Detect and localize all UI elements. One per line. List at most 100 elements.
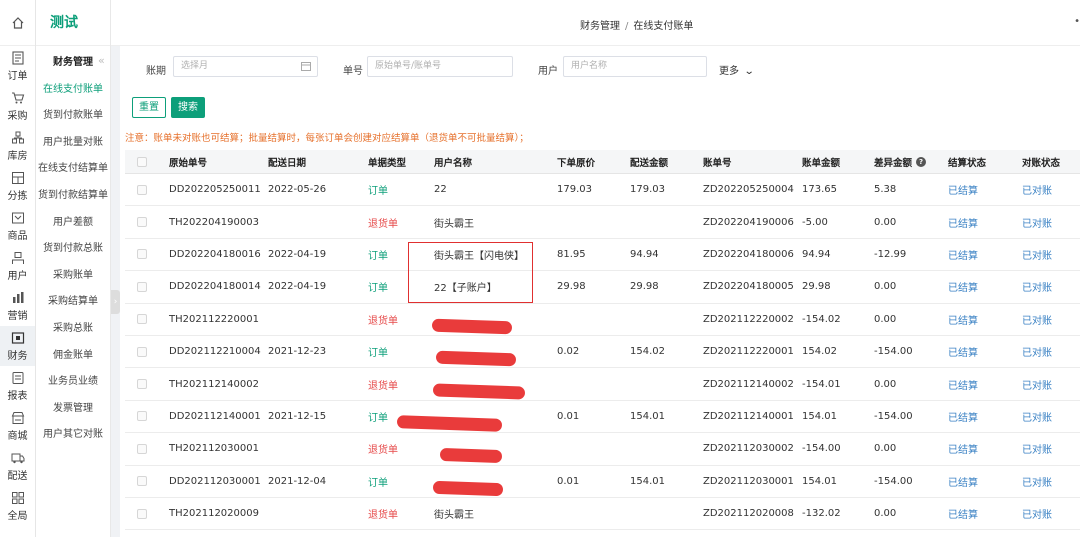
cell-check[interactable]: 已对账	[1022, 239, 1052, 270]
cell-orig[interactable]: DD202112030001	[169, 466, 261, 497]
sidebar-item[interactable]: 在线支付结算单	[36, 156, 110, 183]
cell-settle[interactable]: 已结算	[948, 304, 978, 335]
cell-amount: -154.02	[802, 313, 841, 325]
rail-item-report[interactable]: 报表	[0, 366, 35, 406]
home-button[interactable]	[0, 0, 35, 46]
table-row[interactable]: DD202204180016 2022-04-19 订单 街头霸王【闪电侠】 81.95…	[125, 239, 1080, 272]
select-all-checkbox[interactable]	[137, 150, 147, 173]
sidebar-item[interactable]: 用户差额	[36, 210, 110, 237]
sidebar-item[interactable]: 货到付款总账	[36, 236, 110, 263]
cell-orig[interactable]: DD202112210004	[169, 336, 261, 367]
row-checkbox[interactable]	[137, 466, 147, 497]
calendar-icon	[301, 62, 311, 71]
rail-item-delivery[interactable]: 配送	[0, 446, 35, 486]
table-row[interactable]: DD202205250011 2022-05-26 订单 22 179.03 179.03…	[125, 174, 1080, 207]
cell-settle[interactable]: 已结算	[948, 174, 978, 205]
header-more-icon[interactable]: •	[1074, 16, 1080, 27]
sidebar-item[interactable]: 采购账单	[36, 263, 110, 290]
table-row[interactable]: TH202112140002 退货单 ZD202112140002 -154.01 0.…	[125, 368, 1080, 401]
reset-button[interactable]: 重置	[132, 97, 166, 118]
sidebar-item[interactable]: 货到付款结算单	[36, 183, 110, 210]
row-checkbox[interactable]	[137, 239, 147, 270]
cell-settle[interactable]: 已结算	[948, 498, 978, 529]
cell-settle[interactable]: 已结算	[948, 401, 978, 432]
cell-orig[interactable]: DD202204180016	[169, 239, 261, 270]
rail-item-label: 采购	[7, 110, 28, 122]
row-checkbox[interactable]	[137, 368, 147, 399]
rail-item-marketing[interactable]: 营销	[0, 286, 35, 326]
row-checkbox[interactable]	[137, 206, 147, 237]
cell-orig[interactable]: DD202112140001	[169, 401, 261, 432]
row-checkbox[interactable]	[137, 498, 147, 529]
table-row[interactable]: DD202112030001 2021-12-04 订单 0.01 154.01 ZD20…	[125, 466, 1080, 498]
cell-type: 退货单	[368, 380, 398, 392]
rail-item-mall[interactable]: 商城	[0, 406, 35, 446]
table-row[interactable]: TH202204190003 退货单 街头霸王 ZD202204190006 -5.00…	[125, 206, 1080, 239]
rail-item-warehouse[interactable]: 库房	[0, 126, 35, 166]
table-row[interactable]: TH202112220001 退货单 ZD202112220002 -154.02 0.…	[125, 304, 1080, 336]
table-row[interactable]: DD202112210004 2021-12-23 订单 0.02 154.02 ZD20…	[125, 336, 1080, 369]
sidebar-toggle-arrow-icon[interactable]: ›	[111, 290, 120, 314]
sidebar-item[interactable]: 业务员业绩	[36, 369, 110, 396]
cell-orig[interactable]: TH202112020009	[169, 498, 259, 529]
cell-check[interactable]: 已对账	[1022, 174, 1052, 205]
rail-item-cart[interactable]: 采购	[0, 86, 35, 126]
help-icon[interactable]: ?	[916, 156, 927, 167]
breadcrumb-current: 在线支付账单	[633, 21, 694, 32]
sidebar-item[interactable]: 发票管理	[36, 396, 110, 423]
period-picker[interactable]: 选择月	[173, 56, 318, 77]
row-checkbox[interactable]	[137, 433, 147, 464]
sidebar-item[interactable]: 用户批量对账	[36, 130, 110, 157]
rail-item-order[interactable]: 订单	[0, 46, 35, 86]
cell-orig[interactable]: TH202112220001	[169, 304, 259, 335]
cell-orig[interactable]: TH202204190003	[169, 206, 259, 237]
collapse-icon[interactable]: «	[98, 54, 110, 68]
cell-settle[interactable]: 已结算	[948, 239, 978, 270]
cell-check[interactable]: 已对账	[1022, 433, 1052, 464]
cell-check[interactable]: 已对账	[1022, 271, 1052, 302]
cell-check[interactable]: 已对账	[1022, 304, 1052, 335]
cell-orig[interactable]: DD202205250011	[169, 174, 261, 205]
search-button[interactable]: 搜索	[171, 97, 205, 118]
row-checkbox[interactable]	[137, 336, 147, 367]
breadcrumb-parent[interactable]: 财务管理	[580, 21, 620, 32]
more-filters-toggle[interactable]: 更多 ⌄	[719, 62, 755, 77]
cell-settle[interactable]: 已结算	[948, 368, 978, 399]
sidebar-item[interactable]: 采购总账	[36, 316, 110, 343]
rail-item-sorting[interactable]: 分拣	[0, 166, 35, 206]
cell-check[interactable]: 已对账	[1022, 336, 1052, 367]
cell-amount: -132.02	[802, 508, 841, 520]
row-checkbox[interactable]	[137, 271, 147, 302]
user-name-input[interactable]: 用户名称	[563, 56, 707, 77]
rail-item-finance[interactable]: 财务	[0, 326, 35, 366]
table-row[interactable]: DD202112140001 2021-12-15 订单 0.01 154.01 ZD20…	[125, 401, 1080, 434]
sidebar-item[interactable]: 佣金账单	[36, 343, 110, 370]
cell-check[interactable]: 已对账	[1022, 368, 1052, 399]
cell-check[interactable]: 已对账	[1022, 466, 1052, 497]
cell-check[interactable]: 已对账	[1022, 206, 1052, 237]
rail-item-global[interactable]: 全局	[0, 486, 35, 526]
cell-settle[interactable]: 已结算	[948, 433, 978, 464]
rail-item-goods[interactable]: 商品	[0, 206, 35, 246]
cell-check[interactable]: 已对账	[1022, 401, 1052, 432]
sidebar-item[interactable]: 采购结算单	[36, 289, 110, 316]
cell-settle[interactable]: 已结算	[948, 206, 978, 237]
row-checkbox[interactable]	[137, 174, 147, 205]
sidebar-item[interactable]: 货到付款账单	[36, 103, 110, 130]
table-row[interactable]: TH202112030001 退货单 ZD202112030002 -154.00 0.…	[125, 433, 1080, 466]
cell-orig[interactable]: DD202204180014	[169, 271, 261, 302]
cell-settle[interactable]: 已结算	[948, 271, 978, 302]
cell-settle[interactable]: 已结算	[948, 466, 978, 497]
sidebar-item[interactable]: 在线支付账单	[36, 77, 110, 104]
cell-settle[interactable]: 已结算	[948, 336, 978, 367]
row-checkbox[interactable]	[137, 401, 147, 432]
order-number-input[interactable]: 原始单号/账单号	[367, 56, 513, 77]
sidebar-item[interactable]: 用户其它对账	[36, 422, 110, 449]
cell-orig[interactable]: TH202112140002	[169, 368, 259, 399]
row-checkbox[interactable]	[137, 304, 147, 335]
cell-orig[interactable]: TH202112030001	[169, 433, 259, 464]
cell-check[interactable]: 已对账	[1022, 498, 1052, 529]
table-row[interactable]: TH202112020009 退货单 街头霸王 ZD202112020008 -132.…	[125, 498, 1080, 531]
table-row[interactable]: DD202204180014 2022-04-19 订单 22【子账户】 29.98 29…	[125, 271, 1080, 304]
rail-item-user[interactable]: 用户	[0, 246, 35, 286]
